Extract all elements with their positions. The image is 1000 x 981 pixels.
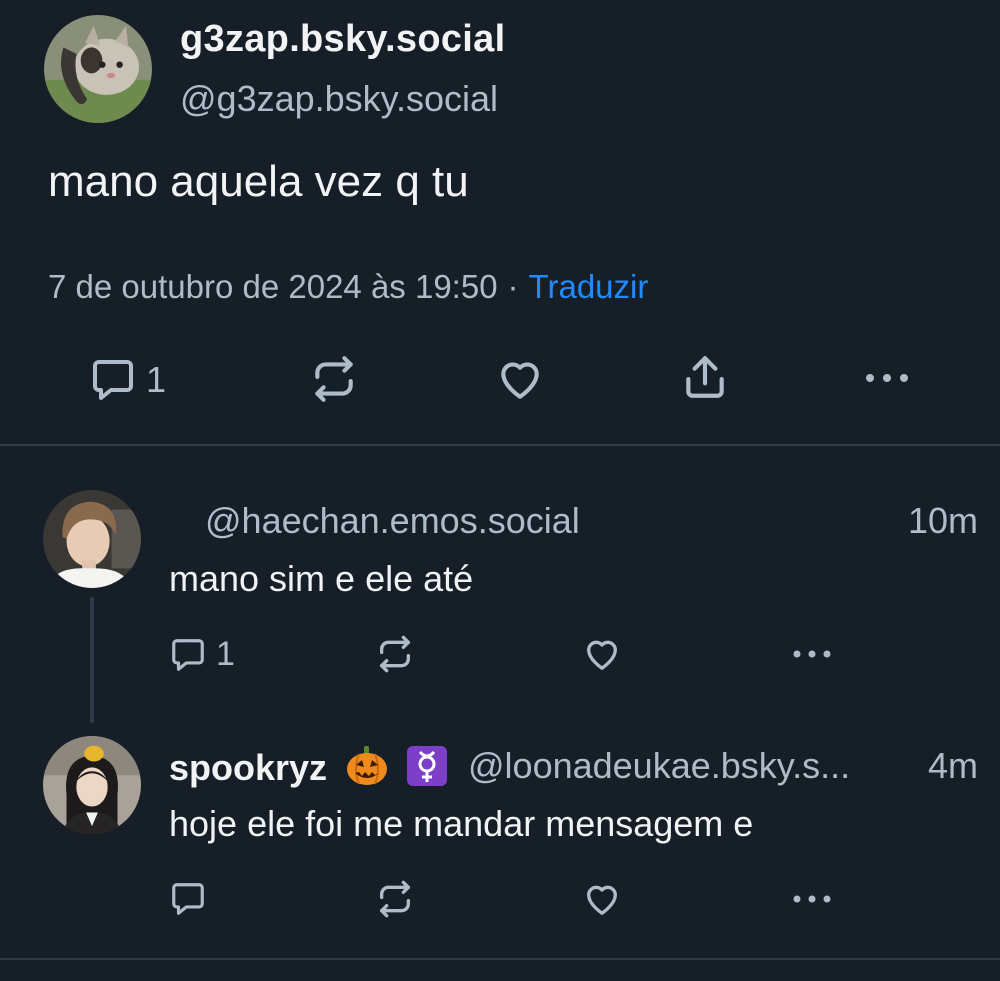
more-icon <box>793 895 831 903</box>
mercury-symbol-icon <box>407 746 448 795</box>
meta-separator: · <box>507 268 519 305</box>
repost-icon <box>380 880 410 918</box>
speech-bubble-icon <box>172 883 204 915</box>
reply-time[interactable]: 10m <box>908 500 978 542</box>
thread-connector <box>90 597 94 723</box>
reply-count: 1 <box>216 635 235 673</box>
reply-display-name[interactable]: spookryz <box>169 745 448 796</box>
reply-time[interactable]: 4m <box>928 745 978 787</box>
repost-icon <box>380 635 410 673</box>
reply-text: mano sim e ele até <box>169 558 474 599</box>
repost-button[interactable] <box>375 634 415 674</box>
speech-bubble-icon <box>93 360 133 400</box>
repost-icon <box>315 356 353 402</box>
like-button[interactable] <box>494 354 546 404</box>
reply-divider <box>0 958 1000 960</box>
repost-button[interactable] <box>309 354 359 404</box>
more-options-button[interactable] <box>862 364 912 392</box>
post-meta: 7 de outubro de 2024 às 19:50 · Traduzir <box>48 268 648 306</box>
more-icon <box>793 650 831 658</box>
like-button[interactable] <box>581 634 623 674</box>
share-button[interactable] <box>680 352 730 402</box>
reply-button[interactable]: 1 <box>168 635 235 674</box>
reply-count: 1 <box>146 359 167 400</box>
post-thread-view: g3zap.bsky.social @g3zap.bsky.social man… <box>0 0 1000 981</box>
post-text: mano aquela vez q tu <box>48 157 469 206</box>
reply-text: hoje ele foi me mandar mensagem e <box>169 803 754 844</box>
reply-handle[interactable]: @haechan.emos.social <box>205 500 580 542</box>
post-divider <box>0 444 1000 446</box>
author-display-name[interactable]: g3zap.bsky.social <box>180 18 505 61</box>
translate-link[interactable]: Traduzir <box>529 268 649 305</box>
reply-button[interactable]: 1 <box>88 356 166 404</box>
post-timestamp: 7 de outubro de 2024 às 19:50 <box>48 268 498 305</box>
share-icon <box>686 356 724 398</box>
heart-icon <box>587 885 617 915</box>
more-options-button[interactable] <box>790 642 834 666</box>
author-handle[interactable]: @g3zap.bsky.social <box>180 78 498 120</box>
reply-avatar[interactable] <box>43 736 141 834</box>
heart-icon <box>587 640 617 670</box>
jack-o-lantern-icon <box>345 745 389 796</box>
speech-bubble-icon <box>172 638 204 671</box>
author-avatar[interactable] <box>44 15 152 123</box>
more-icon <box>866 374 908 382</box>
reply-handle[interactable]: @loonadeukae.bsky.s... <box>468 745 850 787</box>
repost-button[interactable] <box>375 879 415 919</box>
like-button[interactable] <box>581 879 623 919</box>
reply-button[interactable] <box>168 880 208 918</box>
reply-display-name-text: spookryz <box>169 747 328 789</box>
reply-avatar[interactable] <box>43 490 141 588</box>
more-options-button[interactable] <box>790 887 834 911</box>
heart-icon <box>501 362 539 399</box>
